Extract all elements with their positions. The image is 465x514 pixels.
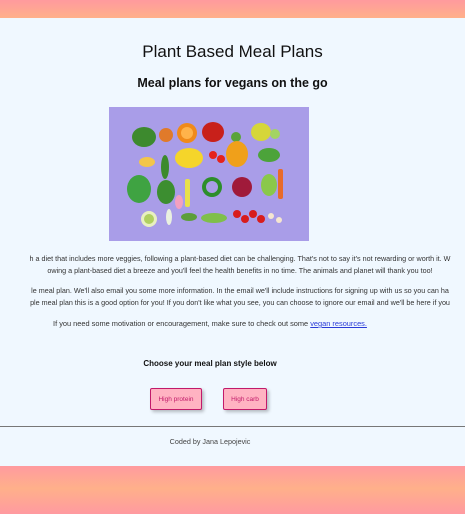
choose-plan-label: Choose your meal plan style below	[143, 359, 277, 368]
high-protein-button[interactable]: High protein	[150, 388, 202, 410]
intro-paragraph-4: ple meal plan this is a good option for …	[30, 298, 450, 307]
vegetables-flatlay-image	[109, 107, 309, 241]
resources-text: If you need some motivation or encourage…	[53, 319, 309, 328]
intro-paragraph-1: h a diet that includes more veggies, fol…	[29, 254, 451, 263]
high-carb-button[interactable]: High carb	[223, 388, 267, 410]
vegan-resources-link[interactable]: vegan resources.	[310, 319, 367, 328]
page-subtitle: Meal plans for vegans on the go	[137, 76, 328, 90]
footer-divider	[0, 426, 465, 427]
footer-credit: Coded by Jana Lepojevic	[169, 437, 251, 446]
intro-paragraph-2: owing a plant-based diet a breeze and yo…	[47, 266, 433, 275]
page-title: Plant Based Meal Plans	[142, 42, 323, 61]
resources-paragraph: If you need some motivation or encourage…	[0, 319, 420, 328]
intro-paragraph-3: le meal plan. We'll also email you some …	[31, 286, 449, 295]
